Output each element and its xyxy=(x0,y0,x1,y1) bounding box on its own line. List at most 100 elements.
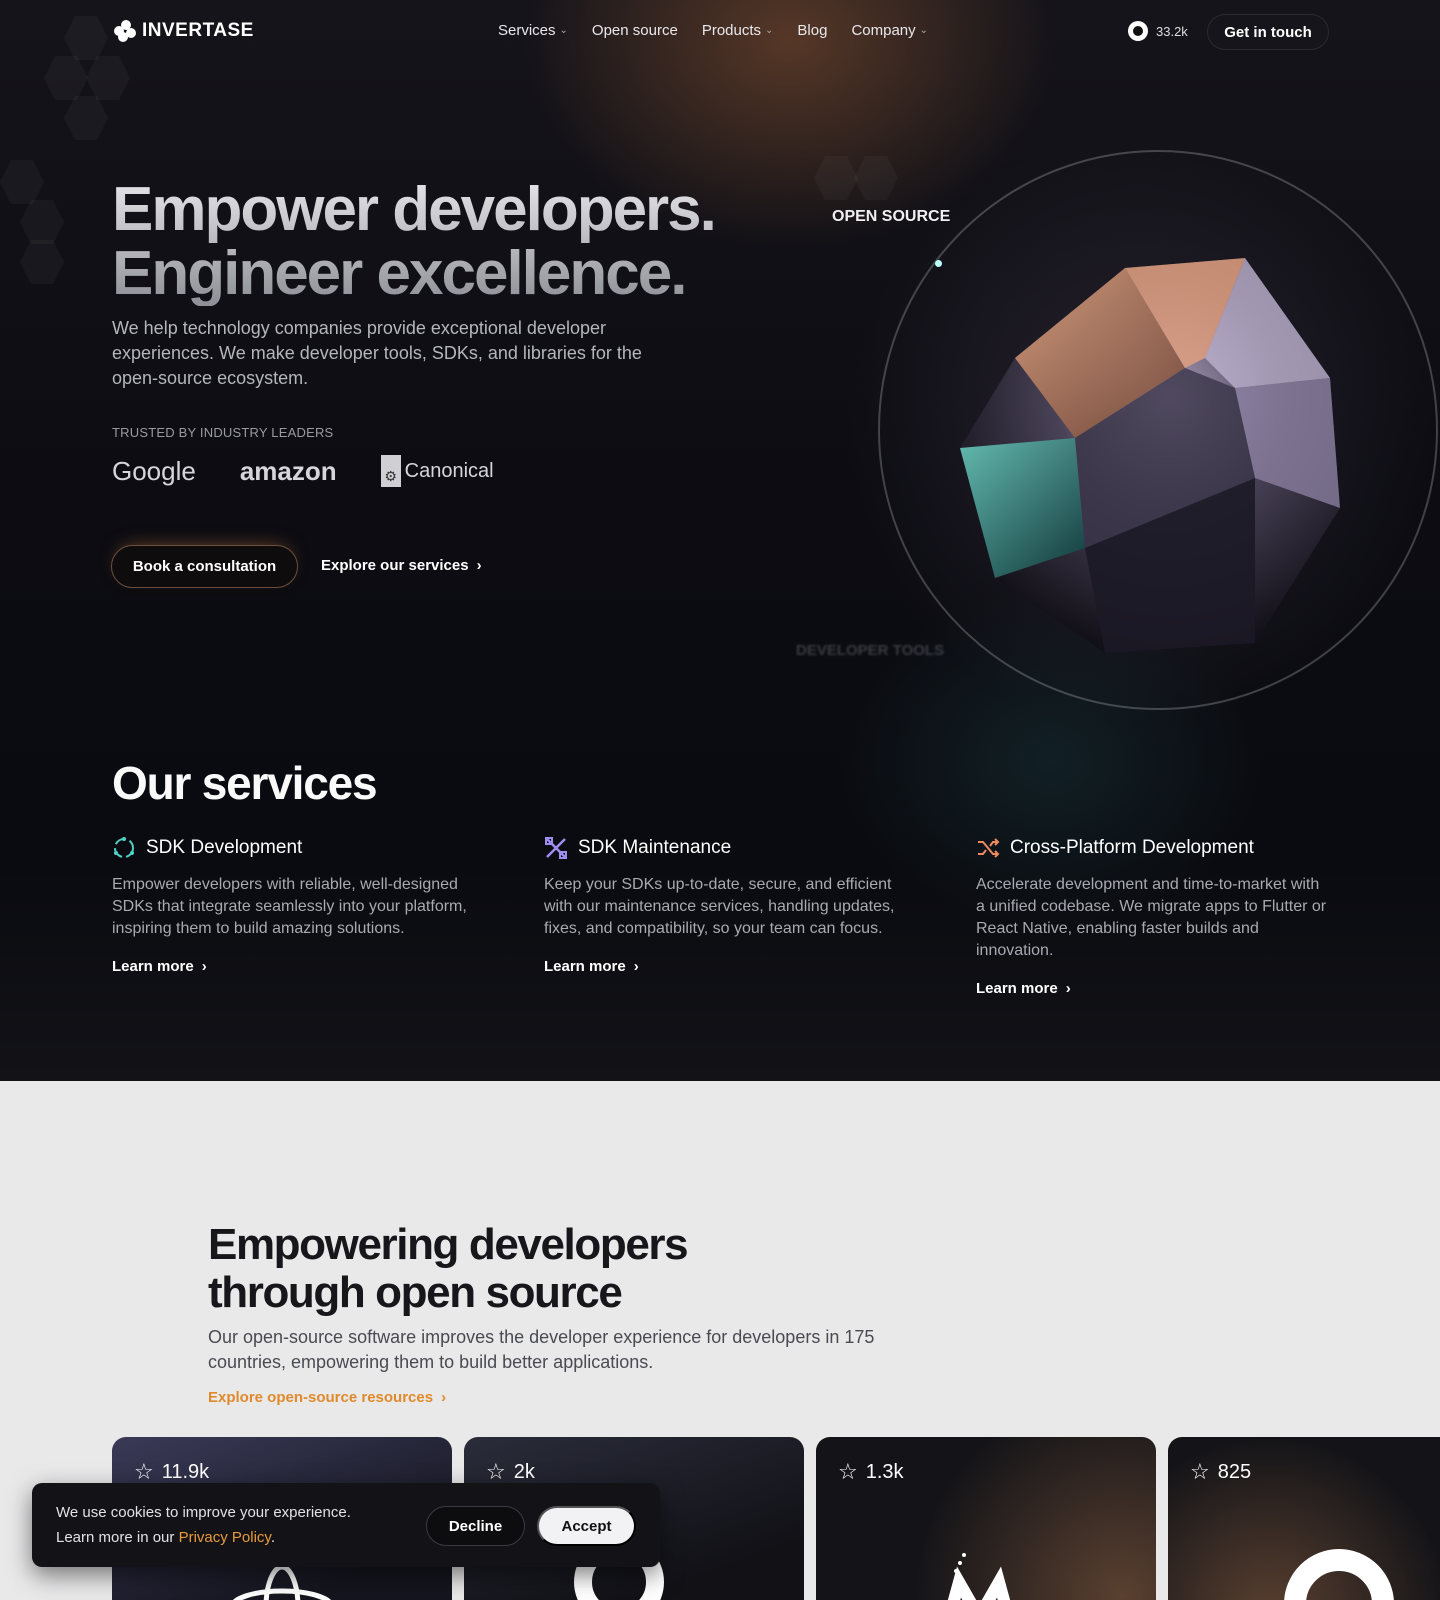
open-source-title: Empowering developers through open sourc… xyxy=(208,1220,689,1317)
service-title: SDK Development xyxy=(146,837,303,858)
nav-item-blog[interactable]: Blog xyxy=(797,22,827,39)
star-count: ☆ 11.9k xyxy=(134,1459,209,1485)
decline-cookies-button[interactable]: Decline xyxy=(426,1506,525,1546)
service-title: Cross-Platform Development xyxy=(1010,837,1254,858)
learn-more-link[interactable]: Learn more › xyxy=(976,980,1336,997)
crystal-orb-image xyxy=(960,258,1340,653)
star-count: ☆ 2k xyxy=(486,1459,535,1485)
nav-item-products[interactable]: Products ⌄ xyxy=(702,22,774,39)
nav-item-services[interactable]: Services ⌄ xyxy=(498,22,568,39)
page: INVERTASE Services ⌄ Open source Product… xyxy=(0,0,1440,1600)
chevron-down-icon: ⌄ xyxy=(765,25,774,36)
hex-decoration xyxy=(814,156,858,200)
nav-item-label: Company xyxy=(851,22,916,39)
hex-decoration xyxy=(20,200,64,244)
brand-mark-icon xyxy=(112,20,136,42)
amazon-logo: amazon xyxy=(239,455,337,486)
star-count: ☆ 1.3k xyxy=(838,1459,904,1485)
orb-label-open-source: OPEN SOURCE xyxy=(832,208,951,225)
star-count-value: 825 xyxy=(1217,1460,1252,1483)
star-icon: ☆ xyxy=(134,1459,154,1484)
shuffle-icon xyxy=(976,836,1000,860)
hero-title-line-1: Empower developers. xyxy=(112,175,715,244)
orb-dot xyxy=(935,260,942,267)
chevron-right-icon: › xyxy=(476,557,482,574)
service-heading: Cross-Platform Development xyxy=(976,836,1336,860)
learn-more-link[interactable]: Learn more › xyxy=(544,958,904,975)
accept-cookies-button[interactable]: Accept xyxy=(537,1506,636,1546)
book-consultation-button[interactable]: Book a consultation xyxy=(111,545,298,588)
github-icon xyxy=(1128,21,1148,41)
service-card-cross-platform: Cross-Platform Development Accelerate de… xyxy=(976,836,1336,997)
chevron-right-icon: › xyxy=(441,1389,447,1406)
get-in-touch-button[interactable]: Get in touch xyxy=(1207,14,1329,50)
learn-more-link[interactable]: Learn more › xyxy=(112,958,472,975)
hex-decoration xyxy=(854,156,898,200)
open-source-title-line-2: through open source xyxy=(208,1268,623,1317)
service-card-sdk-development: SDK Development Empower developers with … xyxy=(112,836,472,975)
service-description: Accelerate development and time-to-marke… xyxy=(976,876,1327,959)
explore-open-source-label: Explore open-source resources xyxy=(208,1389,434,1406)
open-source-card[interactable]: ☆ 1.3k xyxy=(816,1437,1156,1600)
learn-more-label: Learn more xyxy=(544,958,626,975)
tools-icon xyxy=(544,836,568,860)
cookie-message-prefix: Learn more in our xyxy=(56,1529,179,1546)
nav-item-company[interactable]: Company ⌄ xyxy=(851,22,928,39)
learn-more-label: Learn more xyxy=(976,980,1058,997)
nav-item-label: Products xyxy=(701,22,762,39)
star-icon: ☆ xyxy=(838,1459,858,1484)
hero-title-line-2: Engineer excellence. xyxy=(112,239,686,308)
chevron-down-icon: ⌄ xyxy=(919,25,929,36)
cycle-icon xyxy=(112,836,136,860)
canonical-logo-text: Canonical xyxy=(404,459,494,482)
nav-item-label: Open source xyxy=(591,22,678,39)
hero-title: Empower developers. Engineer excellence. xyxy=(112,178,715,306)
open-source-title-line-1: Empowering developers xyxy=(208,1220,689,1269)
star-count-value: 11.9k xyxy=(161,1460,210,1483)
nav-item-open-source[interactable]: Open source xyxy=(592,22,678,39)
github-star-count: 33.2k xyxy=(1156,23,1188,39)
service-heading: SDK Development xyxy=(112,836,472,860)
project-logo-icon xyxy=(947,1553,1011,1600)
explore-services-link[interactable]: Explore our services › xyxy=(321,557,482,574)
chevron-right-icon: › xyxy=(1065,980,1071,997)
service-description: Keep your SDKs up-to-date, secure, and e… xyxy=(544,876,895,937)
cookie-message-line-1: We use cookies to improve your experienc… xyxy=(56,1504,351,1521)
canonical-logo: ⚙ Canonical xyxy=(380,455,494,487)
hero-section: INVERTASE Services ⌄ Open source Product… xyxy=(0,0,1440,1081)
google-logo: Google xyxy=(112,455,196,486)
top-navigation: INVERTASE Services ⌄ Open source Product… xyxy=(0,0,1440,64)
cookie-banner: We use cookies to improve your experienc… xyxy=(32,1483,660,1567)
service-description: Empower developers with reliable, well-d… xyxy=(112,876,467,937)
star-count: ☆ 825 xyxy=(1190,1459,1251,1485)
service-heading: SDK Maintenance xyxy=(544,836,904,860)
chevron-right-icon: › xyxy=(201,958,207,975)
hex-decoration xyxy=(0,160,44,204)
project-logo-icon xyxy=(1284,1549,1394,1600)
github-stars-link[interactable]: 33.2k xyxy=(1128,21,1188,41)
trusted-label: TRUSTED BY INDUSTRY LEADERS xyxy=(112,425,334,440)
service-card-sdk-maintenance: SDK Maintenance Keep your SDKs up-to-dat… xyxy=(544,836,904,975)
star-icon: ☆ xyxy=(486,1459,506,1484)
explore-open-source-link[interactable]: Explore open-source resources › xyxy=(208,1389,446,1406)
hex-decoration xyxy=(20,240,64,284)
brand-name: INVERTASE xyxy=(142,20,254,41)
chevron-right-icon: › xyxy=(633,958,639,975)
brand-logo[interactable]: INVERTASE xyxy=(112,20,254,42)
explore-services-label: Explore our services xyxy=(321,557,469,574)
hex-decoration xyxy=(64,96,108,140)
privacy-policy-link[interactable]: Privacy Policy xyxy=(179,1529,271,1546)
open-source-card[interactable]: ☆ 825 xyxy=(1168,1437,1440,1600)
trusted-logos: Google amazon ⚙ Canonical xyxy=(112,455,494,487)
services-title: Our services xyxy=(112,757,378,809)
canonical-mark-icon: ⚙ xyxy=(380,455,401,487)
nav-item-label: Blog xyxy=(797,22,828,39)
learn-more-label: Learn more xyxy=(112,958,194,975)
service-title: SDK Maintenance xyxy=(578,837,732,858)
star-count-value: 1.3k xyxy=(865,1460,904,1483)
orb-label-developer-tools: DEVELOPER TOOLS xyxy=(796,642,945,659)
open-source-subtitle: Our open-source software improves the de… xyxy=(208,1327,875,1372)
star-count-value: 2k xyxy=(513,1460,535,1483)
star-icon: ☆ xyxy=(1190,1459,1210,1484)
cookie-message: We use cookies to improve your experienc… xyxy=(56,1500,351,1550)
